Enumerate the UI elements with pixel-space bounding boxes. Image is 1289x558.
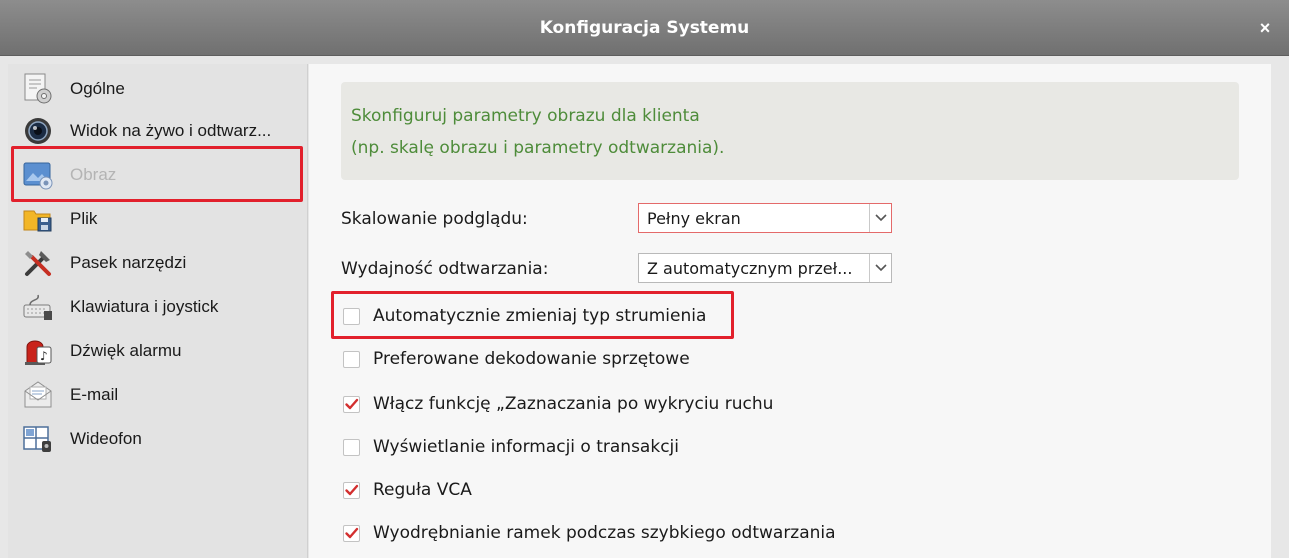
preview-scaling-label: Skalowanie podglądu: (341, 209, 528, 229)
tools-icon (22, 247, 54, 279)
checkbox-box[interactable] (343, 481, 360, 499)
vca-rule-checkbox[interactable]: Reguła VCA (343, 478, 472, 502)
checkbox-box[interactable] (343, 395, 360, 413)
checkmark-icon (345, 398, 359, 409)
checkbox-label: Reguła VCA (373, 480, 472, 500)
sidebar-item-label: Ogólne (70, 79, 125, 98)
chevron-down-icon (869, 204, 891, 232)
sidebar-item-label: Plik (70, 209, 98, 228)
sidebar-item-email[interactable]: E-mail (8, 376, 304, 414)
sidebar-item-general[interactable]: Ogólne (8, 70, 304, 108)
keyboard-joystick-icon (22, 291, 54, 323)
sidebar-item-file[interactable]: Plik (8, 200, 304, 238)
sidebar-item-toolbar[interactable]: Pasek narzędzi (8, 244, 304, 282)
playback-performance-label: Wydajność odtwarzania: (341, 259, 549, 279)
video-intercom-icon (22, 423, 54, 455)
sidebar-item-label: Pasek narzędzi (70, 253, 187, 272)
sidebar-item-label: Klawiatura i joystick (70, 297, 219, 316)
sidebar: Ogólne Widok na żywo i odtwarz... Obraz … (8, 64, 308, 558)
checkbox-label: Wyodrębnianie ramek podczas szybkiego od… (373, 523, 836, 543)
image-settings-panel: Skonfiguruj parametry obrazu dla klienta… (309, 64, 1271, 558)
checkbox-box[interactable] (343, 350, 360, 368)
image-item-highlight (11, 146, 303, 202)
playback-performance-value: Z automatycznym przeł... (647, 258, 853, 278)
checkbox-label: Włącz funkcję „Zaznaczania po wykryciu r… (373, 394, 774, 414)
sidebar-item-label: E-mail (70, 385, 119, 404)
alarm-sound-icon: ♪ (22, 335, 54, 367)
folder-save-icon (22, 203, 54, 235)
chevron-down-icon (869, 254, 891, 282)
window-title: Konfiguracja Systemu (539, 18, 750, 38)
hardware-decoding-checkbox[interactable]: Preferowane dekodowanie sprzętowe (343, 347, 690, 371)
transaction-info-checkbox[interactable]: Wyświetlanie informacji o transakcji (343, 435, 679, 459)
sidebar-item-label: Dźwięk alarmu (70, 341, 182, 360)
sidebar-item-keyboard-joystick[interactable]: Klawiatura i joystick (8, 288, 304, 326)
camera-lens-icon (22, 115, 54, 147)
checkbox-box[interactable] (343, 524, 360, 542)
system-config-window: Konfiguracja Systemu × Ogólne Widok na ż… (0, 0, 1289, 558)
sidebar-item-video-intercom[interactable]: Wideofon (8, 420, 304, 458)
title-bar: Konfiguracja Systemu × (0, 0, 1289, 56)
svg-text:♪: ♪ (40, 349, 48, 363)
preview-scaling-value: Pełny ekran (647, 208, 741, 228)
sidebar-item-label: Wideofon (70, 429, 142, 448)
preview-scaling-select[interactable]: Pełny ekran (638, 203, 892, 233)
sidebar-item-live-view[interactable]: Widok na żywo i odtwarz... (8, 112, 304, 150)
sidebar-item-label: Widok na żywo i odtwarz... (70, 121, 272, 140)
email-icon (22, 379, 54, 411)
settings-document-icon (22, 73, 54, 105)
info-text-line2: (np. skalę obrazu i parametry odtwarzani… (351, 138, 725, 158)
frame-extraction-checkbox[interactable]: Wyodrębnianie ramek podczas szybkiego od… (343, 521, 836, 545)
checkmark-icon (345, 527, 359, 538)
sidebar-item-alarm-sound[interactable]: ♪ Dźwięk alarmu (8, 332, 304, 370)
checkmark-icon (345, 484, 359, 495)
motion-detection-marking-checkbox[interactable]: Włącz funkcję „Zaznaczania po wykryciu r… (343, 392, 773, 416)
close-button[interactable]: × (1253, 16, 1277, 40)
playback-performance-select[interactable]: Z automatycznym przeł... (638, 253, 892, 283)
checkbox-box[interactable] (343, 438, 360, 456)
checkbox-label: Preferowane dekodowanie sprzętowe (373, 349, 690, 369)
auto-stream-highlight (331, 291, 734, 339)
checkbox-label: Wyświetlanie informacji o transakcji (373, 437, 679, 457)
info-box: Skonfiguruj parametry obrazu dla klienta… (341, 82, 1239, 180)
info-text-line1: Skonfiguruj parametry obrazu dla klienta (351, 106, 700, 126)
